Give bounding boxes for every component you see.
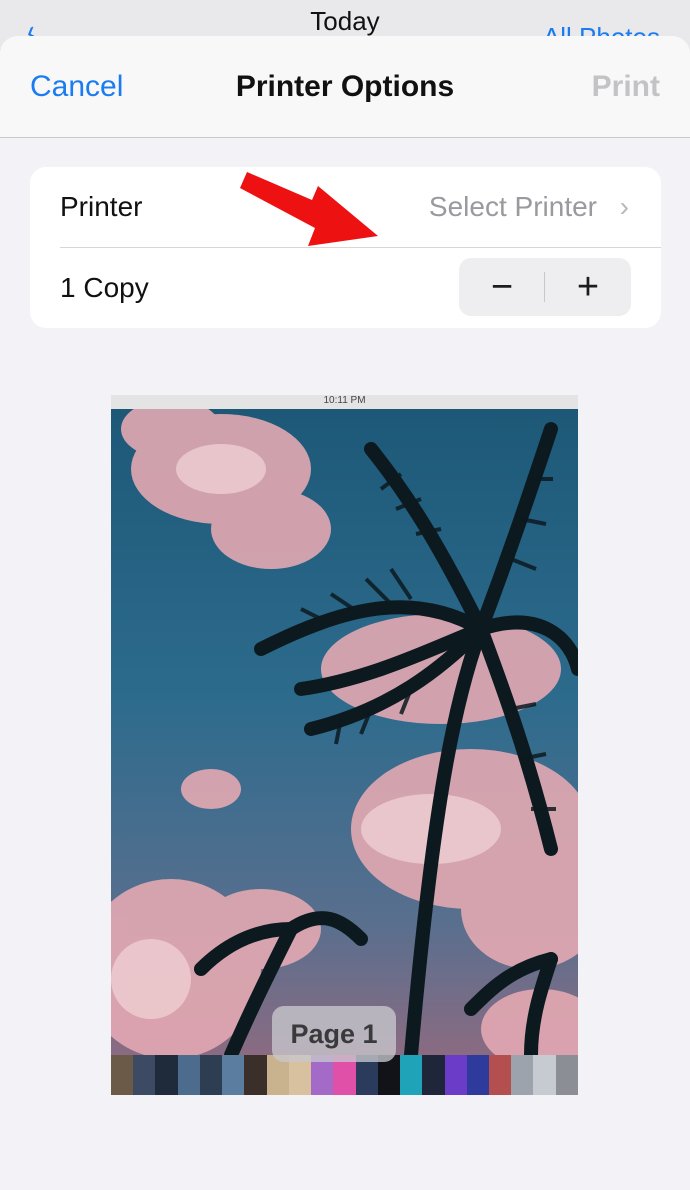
thumbnail xyxy=(133,1055,156,1095)
print-preview[interactable]: 10:11 PM xyxy=(111,395,578,1095)
thumbnail xyxy=(488,1055,512,1095)
page-title: Printer Options xyxy=(235,70,455,103)
thumbnail xyxy=(555,1055,578,1095)
arrow-shape xyxy=(240,172,378,246)
thumbnail xyxy=(511,1055,534,1095)
thumbnail xyxy=(244,1055,267,1095)
copies-row: 1 Copy − + xyxy=(30,248,661,328)
page-number-badge: Page 1 xyxy=(272,1006,396,1062)
preview-status-bar: 10:11 PM xyxy=(111,395,578,409)
chevron-right-icon: › xyxy=(619,191,629,222)
thumbnail xyxy=(177,1055,200,1095)
printer-label: Printer xyxy=(60,191,143,222)
thumbnail xyxy=(533,1055,556,1095)
thumbnail xyxy=(199,1055,223,1095)
thumbnail xyxy=(222,1055,245,1095)
thumbnail xyxy=(400,1055,423,1095)
red-arrow-annotation xyxy=(240,172,378,246)
thumbnail xyxy=(111,1055,134,1095)
thumbnail xyxy=(155,1055,178,1095)
select-printer-value[interactable]: Select Printer xyxy=(429,191,597,223)
thumbnail xyxy=(422,1055,445,1095)
copies-stepper: − + xyxy=(459,258,631,316)
palm-tree-photo xyxy=(111,409,578,1055)
increment-button[interactable]: + xyxy=(545,258,631,316)
decrement-button[interactable]: − xyxy=(459,258,545,316)
thumbnail xyxy=(466,1055,489,1095)
navigation-bar: Cancel Printer Options Print xyxy=(0,36,690,138)
thumbnail xyxy=(444,1055,467,1095)
print-button[interactable]: Print xyxy=(592,70,660,104)
copies-label: 1 Copy xyxy=(60,272,149,303)
